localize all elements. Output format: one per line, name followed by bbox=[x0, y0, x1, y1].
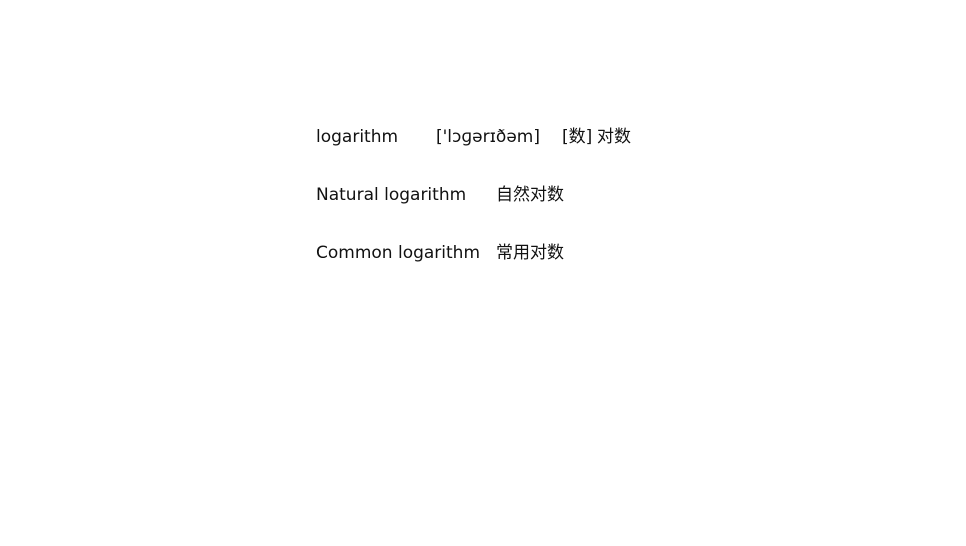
entry-term: logarithm bbox=[316, 127, 399, 147]
entry-definition: 常用对数 bbox=[496, 243, 564, 263]
entry-definition: 对数 bbox=[597, 127, 631, 147]
entry-phonetic: ['lɔɡərɪðəm] bbox=[436, 127, 540, 147]
entry-term: Common logarithm bbox=[316, 243, 481, 263]
entry-part-of-speech: [数] bbox=[562, 127, 593, 147]
entry-term: Natural logarithm bbox=[316, 185, 467, 205]
entry-definition: 自然对数 bbox=[496, 185, 564, 205]
